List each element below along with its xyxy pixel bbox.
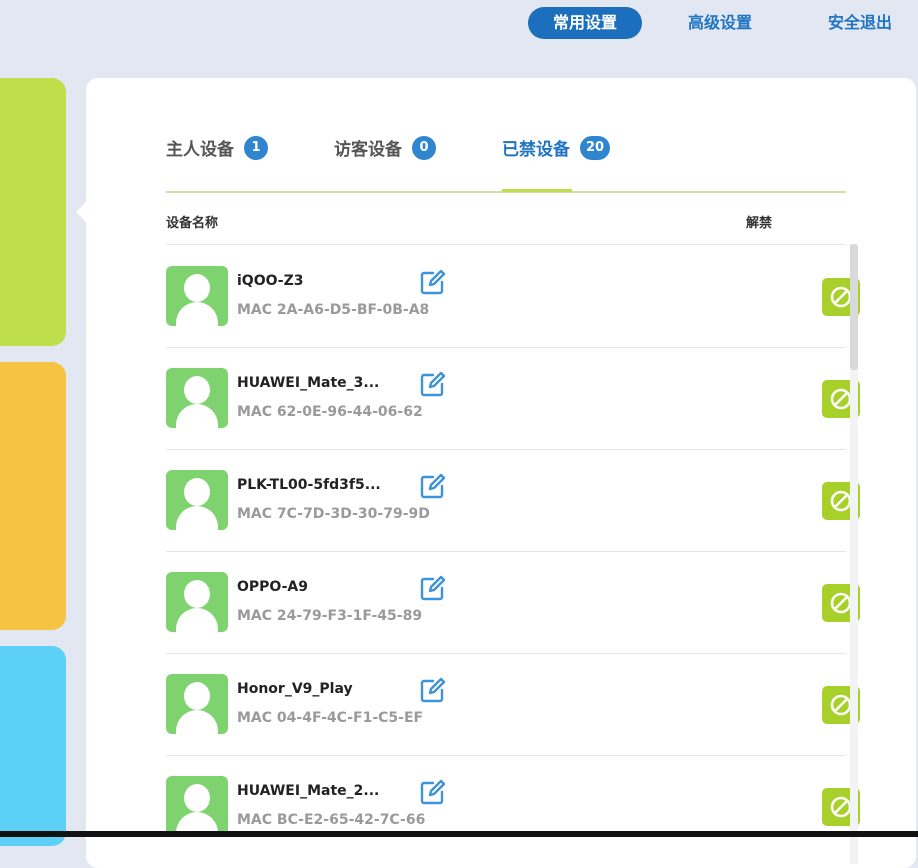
nav-advanced-settings-link[interactable]: 高级设置: [688, 7, 752, 39]
edit-icon[interactable]: [418, 779, 446, 807]
device-row: HUAWEI_Mate_3... MAC 62-0E-96-44-06-62: [166, 348, 860, 450]
edit-icon[interactable]: [418, 575, 446, 603]
user-avatar-icon: [166, 776, 228, 836]
tab-count-badge: 20: [580, 135, 611, 160]
device-mac: MAC BC-E2-65-42-7C-66: [237, 812, 426, 828]
device-mac: MAC 24-79-F3-1F-45-89: [237, 608, 423, 624]
tab-count-badge: 1: [244, 135, 268, 160]
device-row: OPPO-A9 MAC 24-79-F3-1F-45-89: [166, 552, 860, 654]
column-header-device-name: 设备名称: [166, 216, 219, 231]
device-name: OPPO-A9: [237, 579, 308, 595]
panel-pointer: [76, 202, 86, 222]
bottom-edge: [0, 831, 918, 837]
device-name: iQOO-Z3: [237, 273, 304, 289]
device-mac: MAC 04-4F-4C-F1-C5-EF: [237, 710, 424, 726]
tab-label: 访客设备: [334, 140, 402, 160]
edit-icon[interactable]: [418, 371, 446, 399]
user-avatar-icon: [166, 470, 228, 530]
side-card-orange[interactable]: [0, 362, 66, 630]
user-avatar-icon: [166, 674, 228, 734]
device-row: iQOO-Z3 MAC 2A-A6-D5-BF-0B-A8: [166, 246, 860, 348]
side-card-green[interactable]: [0, 78, 66, 346]
device-row: HUAWEI_Mate_2... MAC BC-E2-65-42-7C-66: [166, 756, 860, 858]
side-card-blue[interactable]: [0, 646, 66, 846]
tab-count-badge: 0: [412, 135, 436, 160]
scrollbar-thumb[interactable]: [850, 244, 858, 370]
edit-icon[interactable]: [418, 677, 446, 705]
edit-icon[interactable]: [418, 473, 446, 501]
device-row: PLK-TL00-5fd3f5... MAC 7C-7D-3D-30-79-9D: [166, 450, 860, 552]
device-name: HUAWEI_Mate_2...: [237, 783, 380, 799]
tab-guest-devices[interactable]: 访客设备 0: [334, 135, 436, 163]
edit-icon[interactable]: [418, 269, 446, 297]
tab-label: 已禁设备: [502, 140, 570, 160]
device-row: Honor_V9_Play MAC 04-4F-4C-F1-C5-EF: [166, 654, 860, 756]
device-name: Honor_V9_Play: [237, 681, 353, 697]
user-avatar-icon: [166, 368, 228, 428]
user-avatar-icon: [166, 266, 228, 326]
nav-logout-link[interactable]: 安全退出: [828, 7, 892, 39]
tab-blocked-devices[interactable]: 已禁设备 20: [502, 135, 611, 163]
tab-owner-devices[interactable]: 主人设备 1: [166, 135, 268, 163]
top-navigation: - 常用设置 高级设置 安全退出: [0, 0, 918, 50]
device-name: HUAWEI_Mate_3...: [237, 375, 380, 391]
nav-common-settings-button[interactable]: 常用设置: [528, 7, 642, 39]
tab-label: 主人设备: [166, 140, 234, 160]
active-tab-underline: [502, 189, 572, 192]
device-mac: MAC 7C-7D-3D-30-79-9D: [237, 506, 430, 522]
device-mac: MAC 2A-A6-D5-BF-0B-A8: [237, 302, 430, 318]
header-divider: [166, 244, 846, 245]
user-avatar-icon: [166, 572, 228, 632]
device-panel: 主人设备 1 访客设备 0 已禁设备 20 设备名称 解禁 iQOO-Z3 MAC 2…: [76, 78, 916, 868]
device-name: PLK-TL00-5fd3f5...: [237, 477, 381, 493]
device-mac: MAC 62-0E-96-44-06-62: [237, 404, 423, 420]
column-header-unblock: 解禁: [746, 216, 773, 231]
